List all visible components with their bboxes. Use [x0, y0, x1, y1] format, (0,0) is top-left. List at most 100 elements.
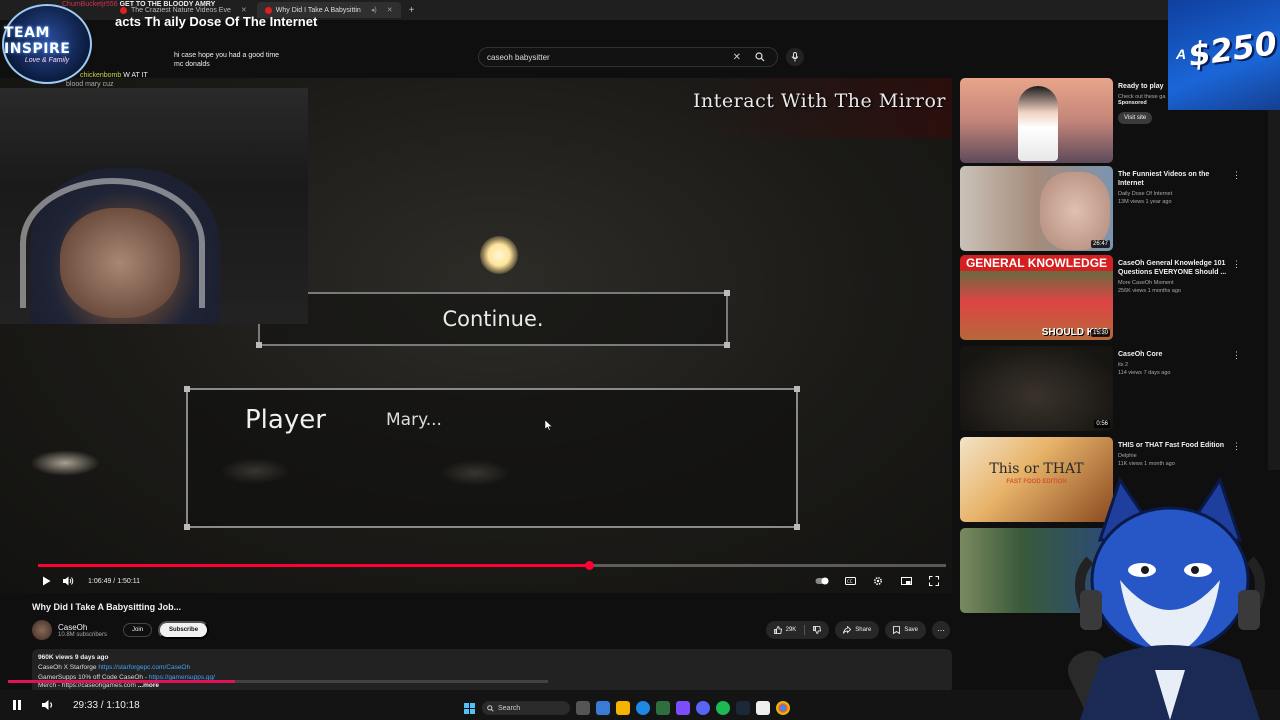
more-vertical-icon[interactable]: ⋮: [1232, 350, 1241, 361]
task-view-icon[interactable]: [576, 701, 590, 715]
continue-button[interactable]: Continue.: [256, 290, 730, 348]
subscriber-count: 10.8M subscribers: [58, 631, 108, 638]
join-button[interactable]: Join: [123, 623, 153, 637]
box-corner: [794, 386, 800, 392]
description-link[interactable]: https://caseohgames.com: [62, 682, 136, 689]
windows-start-icon[interactable]: [462, 701, 476, 715]
close-tab-icon[interactable]: ✕: [387, 6, 393, 14]
search-button[interactable]: [751, 48, 769, 66]
like-divider: [804, 625, 806, 635]
video-duration: 0:56: [1094, 420, 1110, 428]
description-text: Merch -: [38, 682, 61, 689]
clear-search-icon[interactable]: ✕: [733, 52, 741, 63]
channel-name[interactable]: CaseOh: [58, 623, 107, 632]
chat-user: chickenbomb: [80, 72, 122, 79]
video-actions: 29K Share Save ⋯: [765, 621, 950, 639]
pause-icon: [13, 700, 21, 710]
search-icon: [487, 704, 494, 712]
box-corner: [724, 342, 730, 348]
box-corner: [256, 342, 262, 348]
pause-button[interactable]: [12, 699, 22, 711]
show-more-link[interactable]: ...more: [138, 682, 159, 689]
share-button[interactable]: Share: [835, 621, 880, 639]
subscribe-button[interactable]: Subscribe: [158, 621, 210, 639]
save-label: Save: [904, 627, 918, 633]
steam-icon[interactable]: [736, 701, 750, 715]
taskbar-search[interactable]: Search: [482, 701, 570, 715]
captions-button[interactable]: CC: [842, 573, 858, 589]
store-icon[interactable]: [656, 701, 670, 715]
app-icon[interactable]: [596, 701, 610, 715]
recommended-video[interactable]: 0:56 CaseOh Core its 2 114 views 7 days …: [960, 346, 1260, 432]
more-vertical-icon[interactable]: ⋮: [1232, 259, 1241, 270]
channel-avatar[interactable]: [32, 620, 52, 640]
dialog-box: Player Mary...: [184, 386, 800, 530]
like-count: 29K: [785, 627, 797, 633]
chat-message: GET TO THE BLOODY AMRY: [119, 1, 216, 8]
volume-button[interactable]: [60, 573, 76, 589]
video-thumbnail[interactable]: GENERAL KNOWLEDGE SHOULD KNO 15:30: [960, 255, 1113, 340]
video-meta: 13M views 1 year ago: [1118, 199, 1172, 205]
visit-site-button[interactable]: Visit site: [1118, 112, 1153, 124]
chat-line: ChumBucketjr556 GET TO THE BLOODY AMRY: [62, 0, 322, 9]
autoplay-toggle[interactable]: [814, 573, 830, 589]
video-thumbnail[interactable]: 26:47: [960, 166, 1113, 251]
video-thumbnail[interactable]: 0:56: [960, 346, 1113, 431]
promo-prefix: A: [1176, 46, 1187, 62]
chat-message: blood mary cuz: [66, 81, 114, 88]
play-button[interactable]: [38, 573, 54, 589]
scrollbar[interactable]: [1268, 110, 1280, 470]
chat-line: chickenbomb W AT IT: [62, 71, 322, 80]
box-corner: [794, 524, 800, 530]
edge-browser-icon[interactable]: [636, 701, 650, 715]
discord-icon[interactable]: [696, 701, 710, 715]
channel-name: Daily Dose Of Internet: [1118, 191, 1173, 197]
search-input[interactable]: [487, 52, 733, 62]
volume-icon: [62, 576, 73, 586]
more-horizontal-icon: ⋯: [937, 625, 945, 635]
more-actions-button[interactable]: ⋯: [932, 621, 950, 639]
stream-volume-button[interactable]: [42, 699, 55, 711]
description-line: Merch - https://caseohgames.com ...more: [38, 682, 159, 689]
spotify-icon[interactable]: [716, 701, 730, 715]
thumbs-down-icon[interactable]: [813, 626, 822, 634]
gear-icon: [874, 577, 882, 585]
stream-chat: ChumBucketjr556 GET TO THE BLOODY AMRY h…: [62, 0, 322, 95]
volume-icon: [42, 700, 53, 710]
description-link[interactable]: https://starforgepc.com/CaseOh: [98, 664, 190, 671]
description-text: CaseOh X Starforge: [38, 664, 97, 671]
fullscreen-icon: [929, 576, 939, 586]
more-vertical-icon[interactable]: ⋮: [1232, 441, 1241, 452]
recommended-video[interactable]: 26:47 The Funniest Videos on the Interne…: [960, 166, 1260, 252]
new-tab-button[interactable]: +: [409, 5, 415, 16]
ad-thumbnail[interactable]: [960, 78, 1113, 163]
chrome-icon[interactable]: [776, 701, 790, 715]
stream-progress-bar[interactable]: [8, 680, 548, 683]
video-progress-bar[interactable]: [38, 561, 946, 570]
more-vertical-icon[interactable]: ⋮: [1232, 170, 1241, 181]
autoplay-toggle-icon: [815, 577, 829, 585]
settings-button[interactable]: [870, 573, 886, 589]
chat-message: hi case hope you had a good time: [174, 52, 280, 59]
file-explorer-icon[interactable]: [616, 701, 630, 715]
captions-icon: CC: [844, 577, 856, 585]
svg-text:CC: CC: [847, 579, 853, 584]
video-description[interactable]: 960K views 9 days ago CaseOh X Starforge…: [32, 649, 952, 693]
like-button[interactable]: 29K: [765, 621, 830, 639]
webcam-headset: [20, 178, 205, 308]
promo-amount: $250: [1185, 23, 1280, 75]
speaker-icon: ◂): [370, 7, 377, 14]
miniplayer-button[interactable]: [898, 573, 914, 589]
voice-search-button[interactable]: [786, 48, 804, 66]
document-icon[interactable]: [756, 701, 770, 715]
dialog-speaker: Player: [245, 405, 326, 435]
ad-character: [1018, 86, 1058, 161]
video-title: The Funniest Videos on the Internet: [1118, 171, 1210, 187]
save-button[interactable]: Save: [885, 621, 926, 639]
promo-banner: A $250: [1168, 0, 1280, 110]
app-icon[interactable]: [676, 701, 690, 715]
fullscreen-button[interactable]: [926, 573, 942, 589]
recommended-video[interactable]: GENERAL KNOWLEDGE SHOULD KNO 15:30 CaseO…: [960, 255, 1260, 341]
mouse-cursor-icon: [545, 420, 553, 431]
taskbar-search-label: Search: [498, 704, 521, 712]
